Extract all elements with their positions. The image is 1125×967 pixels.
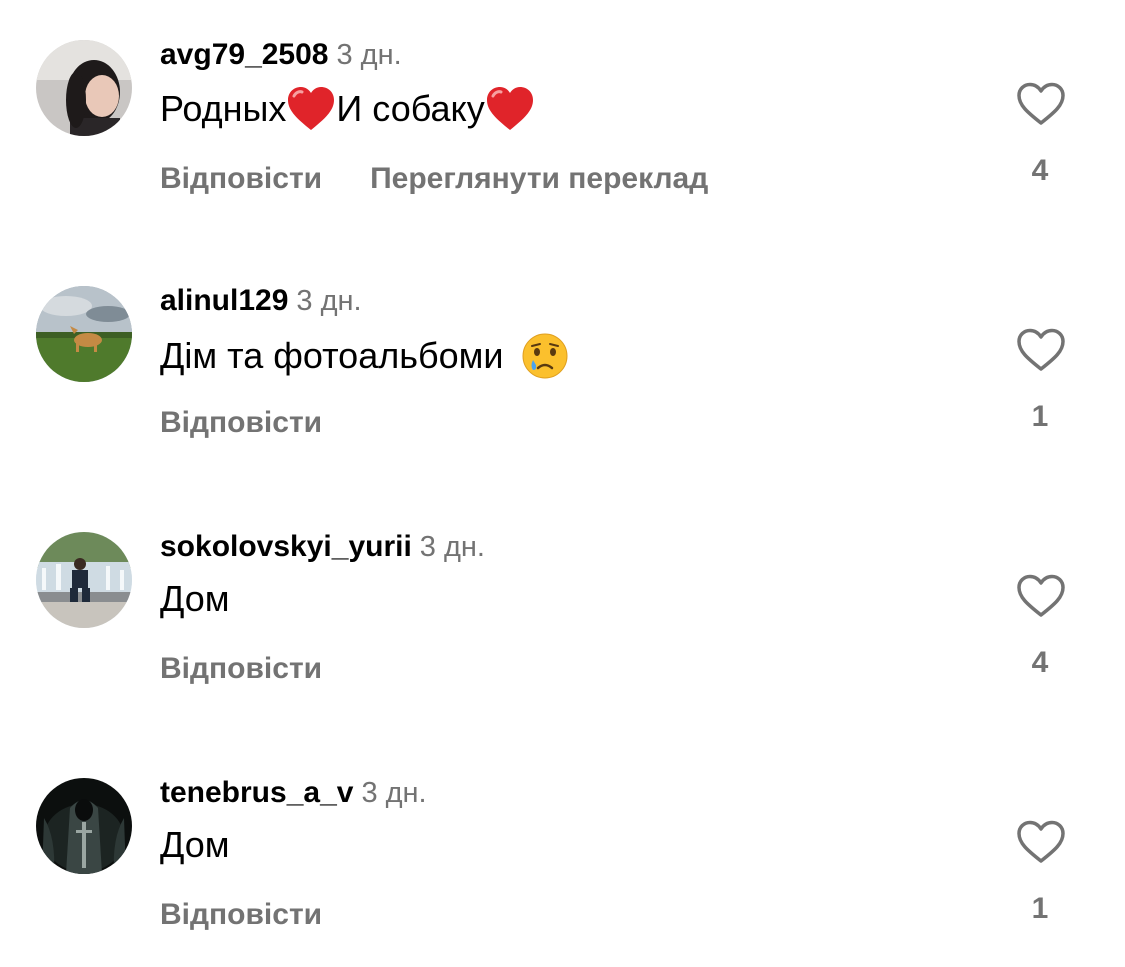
like-button[interactable] xyxy=(1015,573,1067,619)
avatar[interactable] xyxy=(36,778,132,874)
heart-outline-icon xyxy=(1017,820,1065,863)
username[interactable]: tenebrus_a_v xyxy=(160,776,353,809)
reply-button[interactable]: Відповісти xyxy=(160,406,322,439)
like-button[interactable] xyxy=(1015,819,1067,865)
comment-item: tenebrus_a_v 3 дн. Дом Відповісти 1 xyxy=(0,738,1125,967)
username[interactable]: sokolovskyi_yurii xyxy=(160,530,412,563)
timestamp: 3 дн. xyxy=(336,39,402,71)
reply-button[interactable]: Відповісти xyxy=(160,652,322,685)
avatar[interactable] xyxy=(36,40,132,136)
heart-outline-icon xyxy=(1017,574,1065,617)
comment-item: avg79_2508 3 дн. Родных И собаку Відповіс… xyxy=(0,0,1125,240)
comment-text-part: Дом xyxy=(160,824,230,865)
comment-item: alinul129 3 дн. Дім та фотоальбоми Відпов… xyxy=(0,246,1125,486)
comment-text: Родных И собаку xyxy=(160,86,535,132)
timestamp: 3 дн. xyxy=(296,285,362,317)
see-translation-button[interactable]: Переглянути переклад xyxy=(370,162,708,195)
comment-text-part: Дом xyxy=(160,578,230,619)
comment-text-part: Дім та фотоальбоми xyxy=(160,335,504,376)
avatar[interactable] xyxy=(36,286,132,382)
comment-text: Дом xyxy=(160,578,230,620)
reply-button[interactable]: Відповісти xyxy=(160,162,322,195)
like-count: 1 xyxy=(1031,400,1049,433)
comment-text: Дім та фотоальбоми xyxy=(160,332,569,380)
comment-item: sokolovskyi_yurii 3 дн. Дом Відповісти 4 xyxy=(0,492,1125,732)
red-heart-emoji-icon xyxy=(486,87,533,130)
reply-button[interactable]: Відповісти xyxy=(160,898,322,931)
comment-text-part: И собаку xyxy=(336,88,485,129)
like-button[interactable] xyxy=(1015,327,1067,373)
username[interactable]: alinul129 xyxy=(160,284,288,317)
avatar[interactable] xyxy=(36,532,132,628)
like-count: 4 xyxy=(1031,646,1049,679)
like-button[interactable] xyxy=(1015,81,1067,127)
username[interactable]: avg79_2508 xyxy=(160,38,329,71)
crying-face-emoji-icon xyxy=(522,333,568,379)
like-count: 4 xyxy=(1031,154,1049,187)
comment-text-part: Родных xyxy=(160,88,287,129)
like-count: 1 xyxy=(1031,892,1049,925)
timestamp: 3 дн. xyxy=(361,777,427,809)
comment-text: Дом xyxy=(160,824,230,866)
heart-outline-icon xyxy=(1017,328,1065,371)
timestamp: 3 дн. xyxy=(419,531,485,563)
heart-outline-icon xyxy=(1017,82,1065,125)
red-heart-emoji-icon xyxy=(288,87,335,130)
